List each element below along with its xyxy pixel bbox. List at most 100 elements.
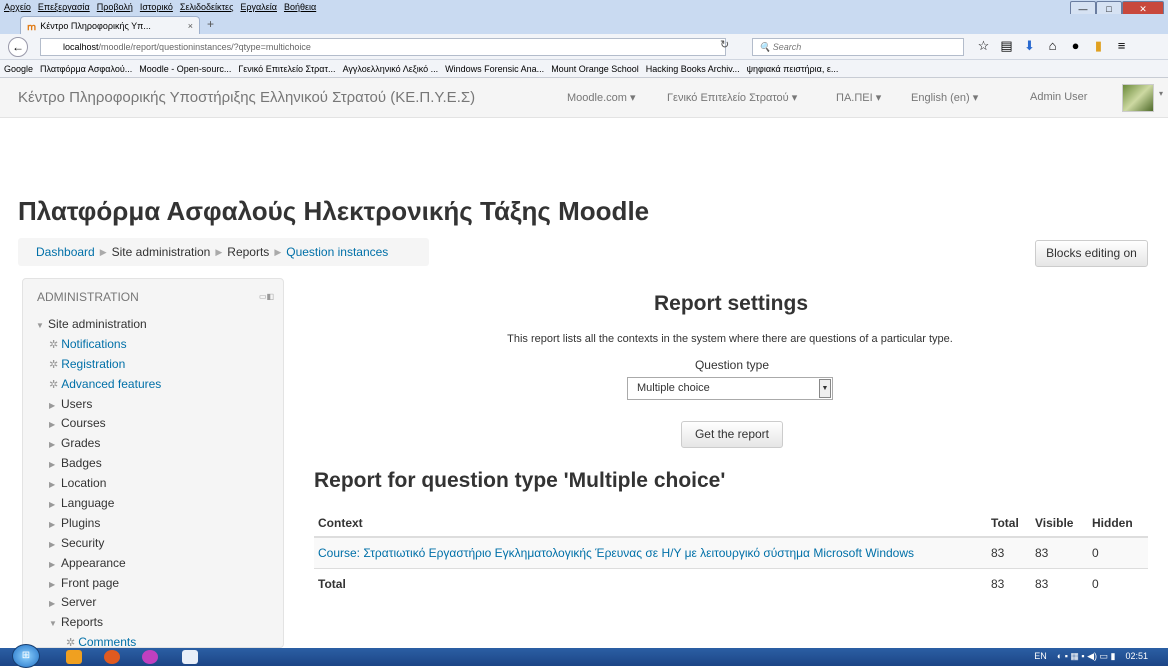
firefox-icon[interactable] (104, 650, 120, 664)
breadcrumb-separator-icon: ▶ (99, 246, 107, 257)
tree-users[interactable]: ▶ Users (36, 395, 161, 415)
tree-security[interactable]: ▶ Security (36, 534, 161, 554)
language-menu[interactable]: English (en) ▾ (911, 91, 978, 104)
question-type-value: Multiple choice (637, 382, 710, 394)
tree-advanced-features[interactable]: ✲ Advanced features (36, 375, 161, 395)
question-type-select[interactable]: Multiple choice ▼ (627, 377, 833, 400)
total-hidden-cell: 0 (1088, 567, 1148, 599)
toolbar-icons: ☆ ▤ ⬇ ⌂ ● ▮ ≡ (972, 38, 1133, 54)
gear-icon: ✲ (49, 358, 59, 371)
clock[interactable]: 02:51 (1125, 651, 1148, 662)
avatar[interactable] (1122, 84, 1154, 112)
bookmark-item[interactable]: Google (4, 64, 33, 74)
bookmark-item[interactable]: ψηφιακά πειστήρια, ε... (747, 64, 839, 74)
tree-front-page[interactable]: ▶ Front page (36, 574, 161, 594)
total-total-cell: 83 (987, 567, 1031, 599)
bookmark-item[interactable]: Αγγλοελληνικό Λεξικό ... (343, 64, 439, 74)
bookmark-item[interactable]: Πλατφόρμα Ασφαλού... (40, 64, 132, 74)
url-bar[interactable]: localhost/moodle/report/questioninstance… (40, 38, 726, 56)
report-settings-heading: Report settings (653, 292, 808, 315)
search-input[interactable]: 🔍 Search (752, 38, 964, 56)
user-menu-caret-icon[interactable]: ▾ (1159, 89, 1163, 98)
menu-file[interactable]: Αρχείο (4, 2, 31, 12)
pocket-icon[interactable]: ▮ (1087, 38, 1110, 54)
home-icon[interactable]: ⌂ (1041, 38, 1064, 54)
menu-bookmarks[interactable]: Σελιδοδείκτες (180, 2, 234, 12)
taskbar-app-icon[interactable] (142, 650, 158, 664)
blocks-editing-button[interactable]: Blocks editing on (1035, 240, 1148, 267)
moodle-navbar: Κέντρο Πληροφορικής Υποστήριξης Ελληνικο… (0, 78, 1168, 118)
tree-registration[interactable]: ✲ Registration (36, 355, 161, 375)
breadcrumb-site-admin[interactable]: Site administration (112, 245, 211, 259)
breadcrumb-reports[interactable]: Reports (227, 245, 269, 259)
tree-grades[interactable]: ▶ Grades (36, 434, 161, 454)
gear-icon: ✲ (49, 378, 59, 391)
dropdown-arrow-icon[interactable]: ▼ (819, 379, 831, 398)
menu-tools[interactable]: Εργαλεία (240, 2, 277, 12)
word-icon[interactable] (182, 650, 198, 664)
language-indicator[interactable]: EN (1034, 651, 1047, 662)
menu-help[interactable]: Βοήθεια (284, 2, 316, 12)
bookmark-star-icon[interactable]: ☆ (972, 38, 995, 54)
tree-badges[interactable]: ▶ Badges (36, 454, 161, 474)
tab-close-icon[interactable]: × (188, 21, 193, 31)
site-name-link[interactable]: Κέντρο Πληροφορικής Υποστήριξης Ελληνικο… (18, 89, 475, 106)
reading-list-icon[interactable]: ▤ (995, 38, 1018, 54)
block-controls-icon[interactable]: ▭◧ (259, 292, 274, 301)
menu-history[interactable]: Ιστορικό (140, 2, 173, 12)
tree-reports[interactable]: ▼ Reports (36, 613, 161, 633)
tree-server[interactable]: ▶ Server (36, 593, 161, 613)
hidden-cell: 0 (1088, 536, 1148, 568)
report-table: Context Total Visible Hidden Course: Στρ… (314, 510, 1148, 599)
menu-view[interactable]: Προβολή (97, 2, 133, 12)
browser-tab[interactable]: ՠ Κέντρο Πληροφορικής Υπ... × (20, 16, 200, 34)
browser-navbar: ← localhost/moodle/report/questioninstan… (0, 34, 1168, 60)
reload-icon[interactable]: ↻ (720, 38, 729, 51)
expand-arrow-icon: ▶ (49, 420, 56, 430)
tray-icons[interactable]: ◐ ▪ ▦ ▪ ◀) ▭ ▮ (1057, 651, 1116, 662)
menu-hamburger-icon[interactable]: ≡ (1110, 38, 1133, 54)
table-row: Course: Στρατιωτικό Εργαστήριο Εγκληματο… (314, 536, 1148, 568)
search-placeholder: Search (772, 42, 802, 52)
bookmark-item[interactable]: Γενικό Επιτελείο Στρατ... (238, 64, 335, 74)
total-label: Total (314, 567, 987, 599)
context-cell: Course: Στρατιωτικό Εργαστήριο Εγκληματο… (314, 536, 987, 568)
course-context-link[interactable]: Course: Στρατιωτικό Εργαστήριο Εγκληματο… (318, 546, 914, 560)
taskbar-app-icon[interactable] (66, 650, 82, 664)
breadcrumb-dashboard[interactable]: Dashboard (36, 245, 95, 259)
user-menu[interactable]: Admin User (1030, 91, 1087, 103)
bookmark-item[interactable]: Moodle - Open-sourc... (139, 64, 231, 74)
report-description: This report lists all the contexts in th… (507, 333, 953, 345)
tree-courses[interactable]: ▶ Courses (36, 414, 161, 434)
report-heading: Report for question type 'Multiple choic… (314, 469, 726, 492)
expand-arrow-icon: ▶ (49, 539, 56, 549)
breadcrumb-question-instances[interactable]: Question instances (286, 245, 388, 259)
tree-site-administration[interactable]: ▼ Site administration (36, 315, 161, 335)
menu-papei[interactable]: ΠΑ.ΠΕΙ ▾ (836, 91, 881, 104)
menu-edit[interactable]: Επεξεργασία (38, 2, 90, 12)
total-row: Total 83 83 0 (314, 567, 1148, 599)
tree-notifications[interactable]: ✲ Notifications (36, 335, 161, 355)
menu-general-staff[interactable]: Γενικό Επιτελείο Στρατού ▾ (667, 91, 797, 104)
menu-moodle-com[interactable]: Moodle.com ▾ (567, 91, 636, 104)
download-icon[interactable]: ⬇ (1018, 38, 1041, 54)
bookmark-item[interactable]: Mount Orange School (551, 64, 639, 74)
breadcrumb: Dashboard ▶ Site administration ▶ Report… (18, 238, 429, 266)
question-type-label: Question type (694, 358, 770, 372)
start-button-icon[interactable]: ⊞ (12, 644, 40, 668)
search-icon: 🔍 (759, 41, 773, 52)
bookmark-item[interactable]: Windows Forensic Ana... (445, 64, 544, 74)
admin-tree: ▼ Site administration ✲ Notifications ✲ Reg… (36, 315, 161, 653)
visible-cell: 83 (1031, 536, 1088, 568)
get-report-button[interactable]: Get the report (681, 421, 783, 448)
tree-plugins[interactable]: ▶ Plugins (36, 514, 161, 534)
chat-icon[interactable]: ● (1064, 38, 1087, 54)
tree-appearance[interactable]: ▶ Appearance (36, 554, 161, 574)
tree-location[interactable]: ▶ Location (36, 474, 161, 494)
back-icon[interactable]: ← (8, 37, 28, 57)
expand-arrow-icon: ▶ (49, 519, 56, 529)
tree-language[interactable]: ▶ Language (36, 494, 161, 514)
bookmark-item[interactable]: Hacking Books Archiv... (646, 64, 740, 74)
new-tab-icon[interactable]: + (207, 17, 214, 31)
collapse-arrow-icon: ▼ (49, 619, 57, 629)
